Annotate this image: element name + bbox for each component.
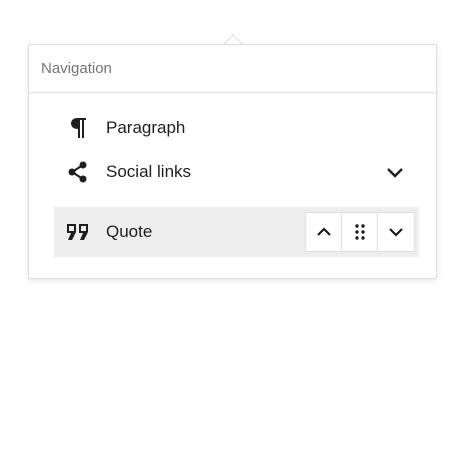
drag-handle-button[interactable] <box>342 213 378 251</box>
move-down-button[interactable] <box>378 213 414 251</box>
block-mover-toolbar <box>305 212 415 252</box>
drag-handle-icon <box>354 224 365 240</box>
block-item-label: Quote <box>106 222 153 241</box>
block-item-label: Social links <box>106 162 192 181</box>
block-item-label: Paragraph <box>106 118 186 137</box>
chevron-down-icon <box>389 228 403 237</box>
quote-icon <box>66 220 90 244</box>
move-up-button[interactable] <box>306 213 342 251</box>
paragraph-icon <box>66 116 90 140</box>
chevron-down-icon[interactable] <box>383 160 407 184</box>
navigation-popover: Navigation Paragraph Social links Quote <box>28 44 437 279</box>
popover-header: Navigation <box>29 45 436 93</box>
popover-title: Navigation <box>41 60 112 77</box>
block-item-social-links[interactable]: Social links <box>54 147 419 197</box>
block-item-quote[interactable]: Quote <box>54 207 419 257</box>
chevron-up-icon <box>316 227 331 236</box>
block-item-paragraph[interactable]: Paragraph <box>54 103 419 153</box>
share-icon <box>66 160 90 184</box>
